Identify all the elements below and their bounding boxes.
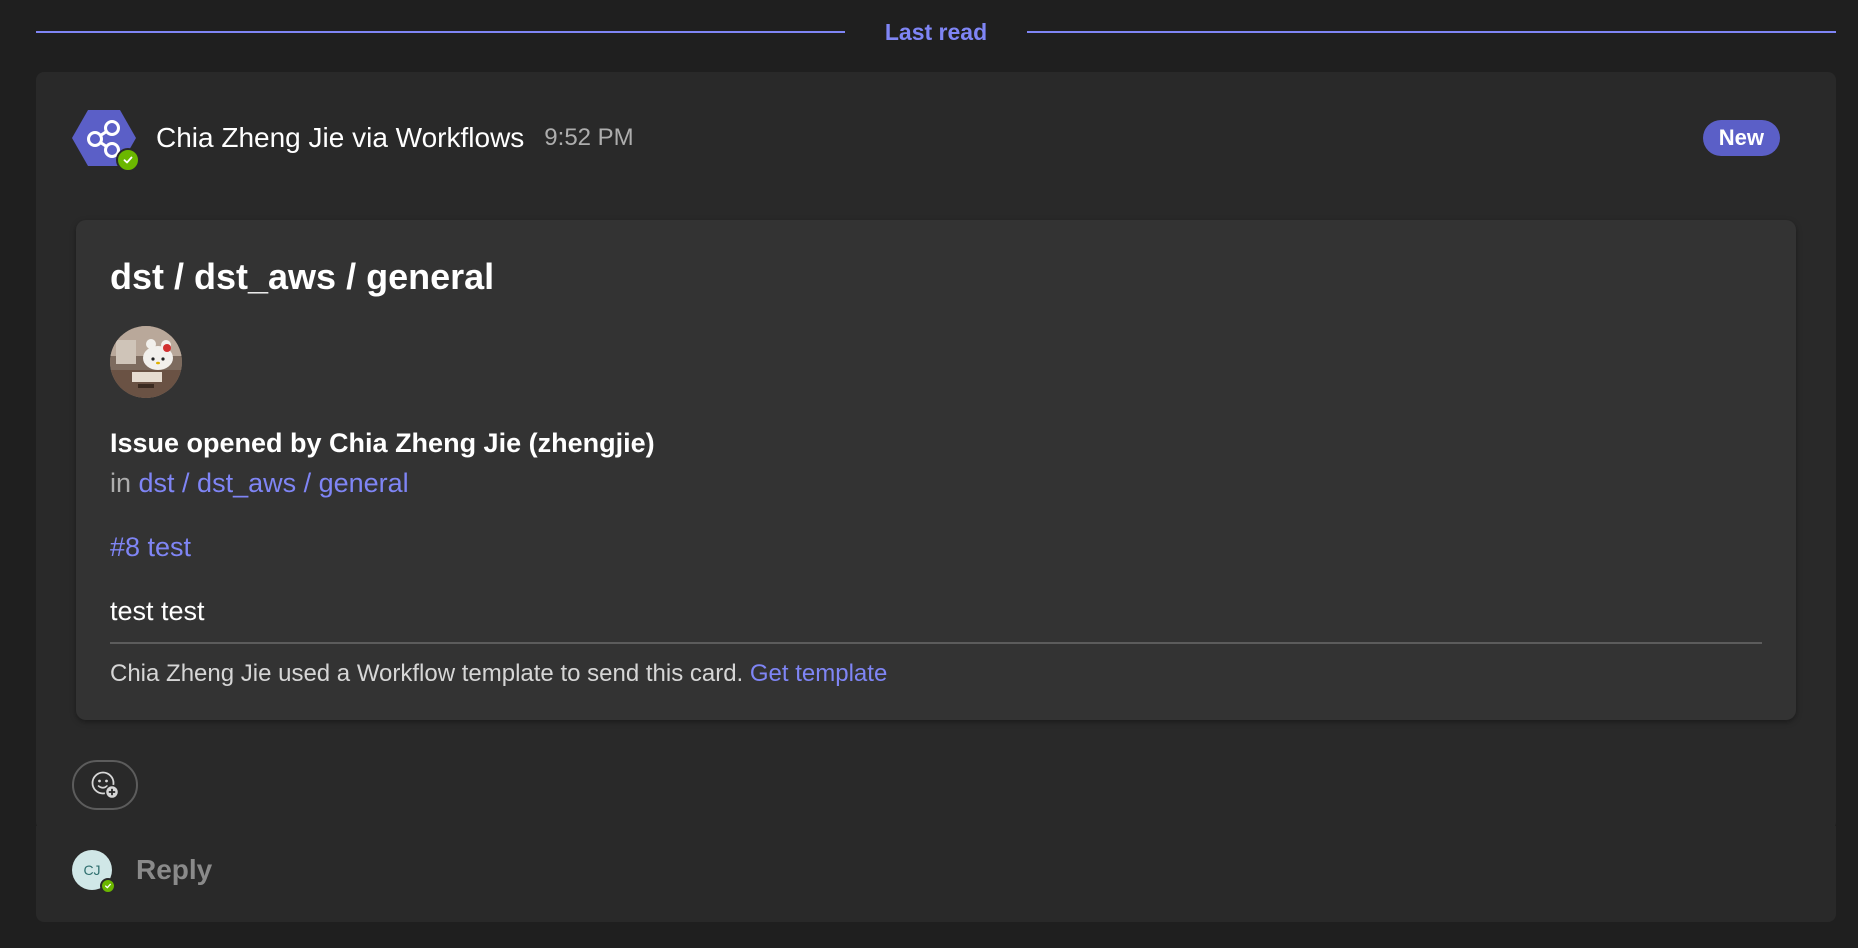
conversation-view: Last read Chia Zheng Jie via Workflows 9… xyxy=(0,0,1858,948)
current-user-avatar[interactable]: CJ xyxy=(72,850,116,894)
avatar-initials: CJ xyxy=(83,862,101,878)
issue-body-text: test test xyxy=(110,596,205,626)
in-prefix: in xyxy=(110,468,132,498)
last-read-label: Last read xyxy=(884,18,988,45)
issue-author-photo xyxy=(110,326,182,398)
reply-placeholder[interactable]: Reply xyxy=(136,854,212,886)
workflows-avatar[interactable] xyxy=(72,106,140,172)
card-title: dst / dst_aws / general xyxy=(110,256,495,297)
available-check-icon xyxy=(116,148,140,172)
new-badge: New xyxy=(1702,120,1780,156)
card-footer: Chia Zheng Jie used a Workflow template … xyxy=(110,660,887,688)
reply-bar[interactable]: CJ Reply xyxy=(36,826,1836,922)
reply-box[interactable]: CJ Reply xyxy=(72,848,212,894)
repository-link[interactable]: dst / dst_aws / general xyxy=(139,468,409,498)
sender-name[interactable]: Chia Zheng Jie via Workflows xyxy=(156,122,524,154)
issue-link[interactable]: #8 test xyxy=(110,532,191,563)
get-template-link[interactable]: Get template xyxy=(750,660,887,687)
last-read-divider: Last read xyxy=(36,14,1837,50)
message-timestamp: 9:52 PM xyxy=(544,124,634,151)
issue-opened-text: Issue opened by Chia Zheng Jie (zhengjie… xyxy=(110,428,655,458)
available-check-icon xyxy=(100,878,116,894)
add-reaction-button[interactable] xyxy=(72,760,138,810)
adaptive-card: dst / dst_aws / general Issue opened by … xyxy=(76,220,1796,720)
message-header: Chia Zheng Jie via Workflows 9:52 PM New xyxy=(72,106,1780,172)
repository-line: in dst / dst_aws / general xyxy=(110,468,409,499)
divider-line-right xyxy=(1027,31,1837,33)
card-divider xyxy=(110,642,1762,644)
message-container: Chia Zheng Jie via Workflows 9:52 PM New… xyxy=(36,72,1836,830)
profile-photo-icon xyxy=(110,326,182,398)
footer-text: Chia Zheng Jie used a Workflow template … xyxy=(110,660,744,687)
emoji-add-icon xyxy=(91,771,120,800)
divider-line-left xyxy=(36,31,845,33)
